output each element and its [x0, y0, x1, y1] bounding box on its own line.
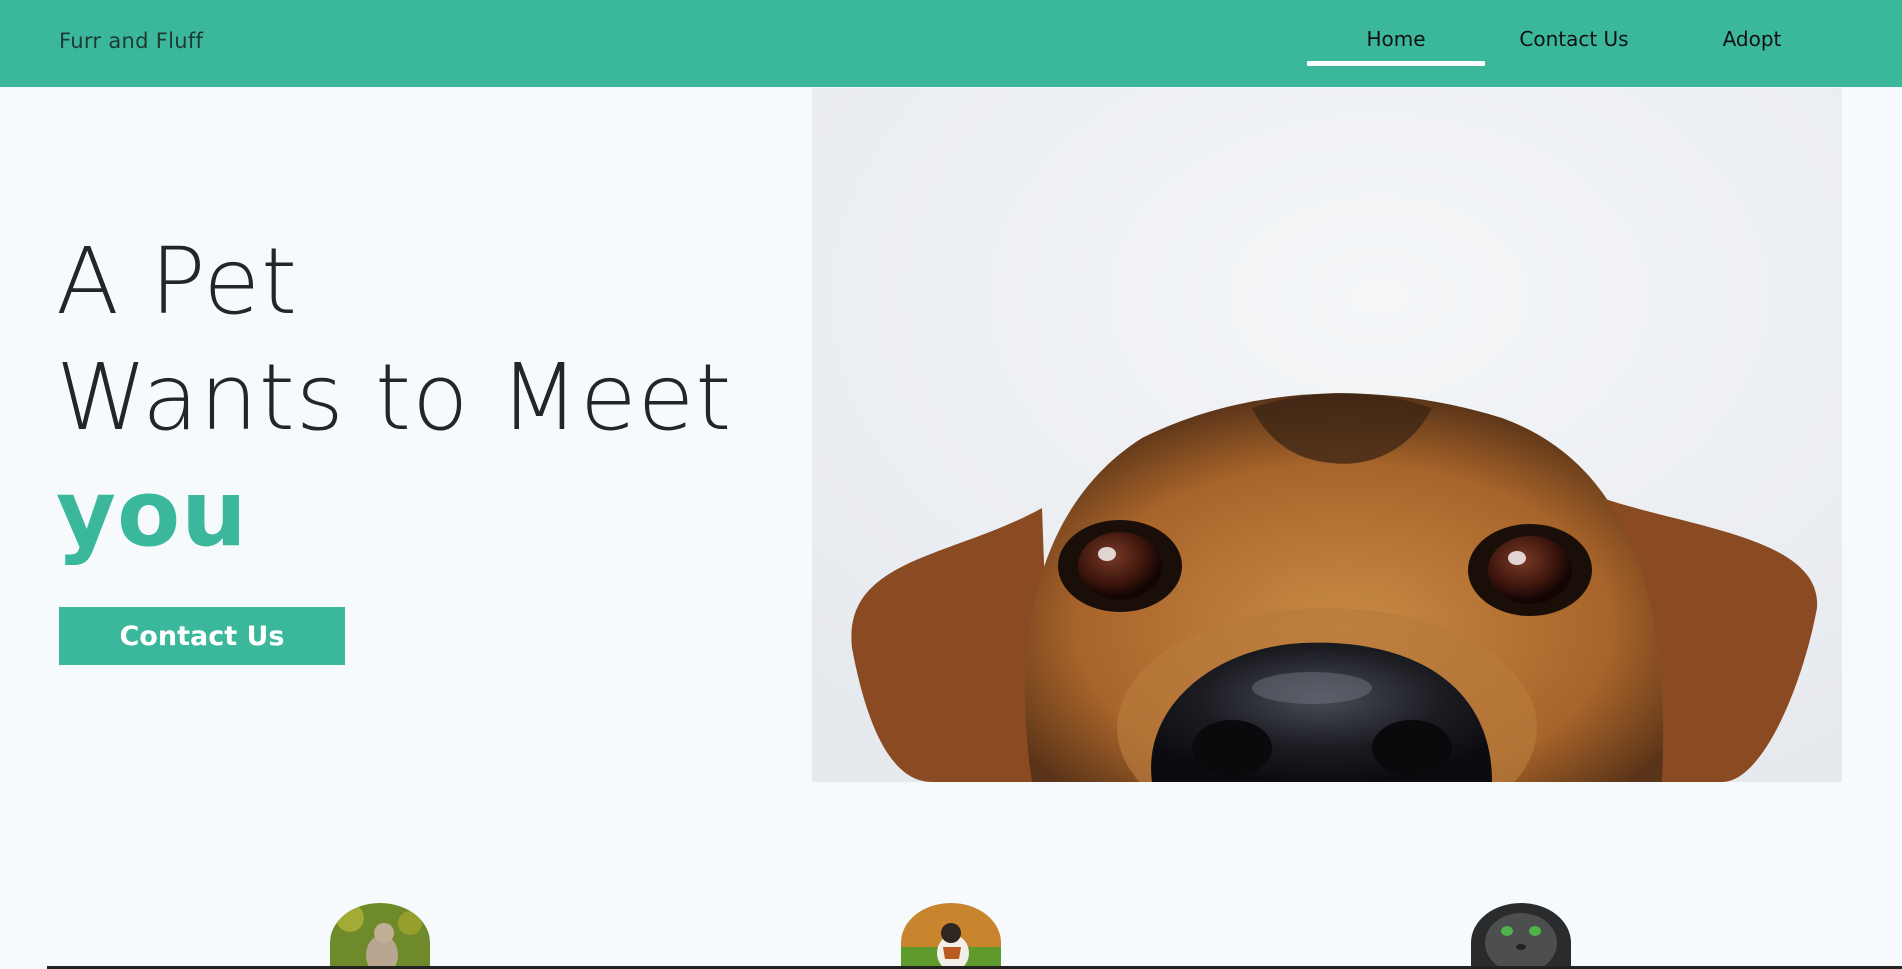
nav-contact-us[interactable]: Contact Us — [1485, 27, 1663, 51]
contact-us-button[interactable]: Contact Us — [59, 607, 345, 665]
pet-thumbnail-3[interactable] — [1471, 903, 1571, 969]
nav-adopt[interactable]: Adopt — [1663, 27, 1841, 51]
pet-thumbnail-1[interactable] — [330, 903, 430, 969]
pet-thumbnail-2[interactable] — [901, 903, 1001, 969]
hero-heading-accent: you — [56, 460, 248, 567]
site-header: Furr and Fluff Home Contact Us Adopt — [0, 0, 1902, 87]
hero-heading-line-1: A Pet — [56, 228, 299, 335]
nav-active-indicator — [1307, 61, 1485, 66]
nav-home[interactable]: Home — [1307, 27, 1485, 51]
hero-heading-line-2: Wants to Meet — [56, 344, 733, 451]
dog-hero-image — [812, 88, 1842, 782]
brand-logo-text[interactable]: Furr and Fluff — [59, 29, 203, 53]
